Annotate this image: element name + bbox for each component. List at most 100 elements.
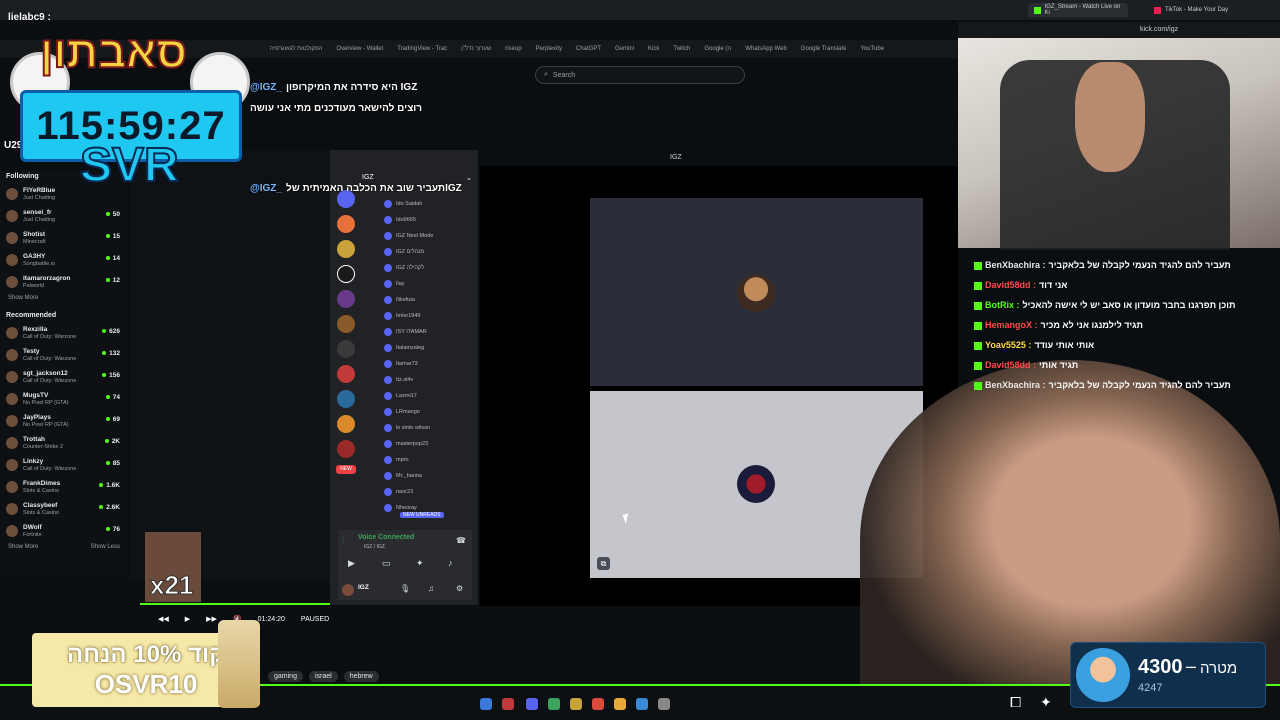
chat-username[interactable]: BenXbachira : (985, 260, 1046, 270)
popout-icon[interactable]: ⧉ (597, 557, 610, 570)
channel-item[interactable]: Rexzilla Call of Duty: Warzone 626 (0, 322, 128, 344)
participant-tile[interactable] (590, 198, 923, 386)
disconnect-icon[interactable]: ☎ (456, 536, 466, 545)
server-icon[interactable] (337, 265, 355, 283)
chat-username[interactable]: BotRix : (985, 300, 1020, 310)
server-icon[interactable] (337, 315, 355, 333)
stream-tag[interactable]: hebrew (343, 671, 379, 682)
member-item[interactable]: LRmango (384, 404, 474, 420)
rewind-icon[interactable]: ◀◀ (158, 615, 169, 623)
folder-icon[interactable] (614, 698, 626, 710)
chat-username[interactable]: David58dd : (985, 280, 1036, 290)
user-avatar[interactable] (342, 584, 354, 596)
channel-item[interactable]: Trottah Counter-Strike 2 2K (0, 432, 128, 454)
bookmark-item[interactable]: Google (ה (704, 46, 731, 52)
gear-icon[interactable]: ⚙ (456, 584, 463, 593)
stream-tag[interactable]: israel (308, 671, 338, 682)
member-item[interactable]: Imler1949 (384, 308, 474, 324)
chat-username[interactable]: Yoav5525 : (985, 340, 1031, 350)
bookmark-item[interactable]: TradingView - Trac (397, 46, 447, 52)
chat-username[interactable]: HemangoX : (985, 320, 1038, 330)
server-icon[interactable] (337, 190, 355, 208)
chat-username[interactable]: BenXbachira : (985, 380, 1046, 390)
server-icon[interactable] (337, 340, 355, 358)
channel-item[interactable]: itamarorzagron Palworld 12 (0, 271, 128, 293)
member-item[interactable]: Ido9665 (384, 212, 474, 228)
bookmark-item[interactable]: Overview - Wallet (336, 46, 383, 52)
bookmark-item[interactable]: WhatsApp Web (745, 46, 787, 52)
search-input[interactable]: ⌕ Search (535, 66, 745, 84)
voice-channel-path[interactable]: IGZ / IGZ (364, 544, 385, 550)
screen-share-icon[interactable]: ▭ (382, 558, 391, 569)
bookmark-item[interactable]: Twitch (673, 46, 690, 52)
app-icon[interactable] (570, 698, 582, 710)
bookmark-item[interactable]: הפקולטות לגאוגרפיה (270, 46, 322, 52)
member-item[interactable]: IGZ לקהילה (384, 260, 474, 276)
chrome-icon[interactable] (592, 698, 604, 710)
member-item[interactable]: lo sinto wilson (384, 420, 474, 436)
channel-item[interactable]: Testy Call of Duty: Warzone 132 (0, 344, 128, 366)
channel-item[interactable]: GA3HY Songbattle.io 14 (0, 249, 128, 271)
soundboard-icon[interactable]: ♪ (448, 558, 453, 568)
channel-item[interactable]: MugsTV No Pixel RP (GTA) 74 (0, 388, 128, 410)
bookmark-item[interactable]: שערוך נדל"ן (461, 46, 491, 52)
bookmark-item[interactable]: Gemini (615, 46, 634, 52)
crop-icon[interactable]: ⧠ (1010, 694, 1021, 711)
play-icon[interactable]: ▶ (185, 615, 190, 623)
tab-tiktok[interactable]: TikTok - Make Your Day (1148, 3, 1244, 17)
app-icon[interactable] (658, 698, 670, 710)
member-item[interactable]: Ilikefuta (384, 292, 474, 308)
bookmark-item[interactable]: Google Translate (801, 46, 847, 52)
tab-igz-stream[interactable]: IGZ_Stream - Watch Live on Ki (1028, 3, 1128, 17)
show-more-link[interactable]: Show More (8, 295, 38, 301)
microphone-icon[interactable]: 🎙 (400, 584, 410, 593)
member-item[interactable]: Mr._banna (384, 468, 474, 484)
server-icon[interactable] (337, 390, 355, 408)
server-icon[interactable] (337, 290, 355, 308)
headphones-icon[interactable]: ♫ (428, 584, 434, 593)
discord-icon[interactable] (526, 698, 538, 710)
member-item[interactable]: Lazmi17 (384, 388, 474, 404)
address-bar[interactable]: kick.com/igz (1140, 26, 1178, 33)
playback-progress[interactable] (140, 603, 330, 605)
member-item[interactable]: Itz.st4v (384, 372, 474, 388)
app-icon[interactable] (502, 698, 514, 710)
member-item[interactable]: mpro (384, 452, 474, 468)
member-item[interactable]: masterpop23 (384, 436, 474, 452)
sparkle-icon[interactable]: ✦ (1040, 694, 1052, 711)
forward-icon[interactable]: ▶▶ (206, 615, 217, 623)
member-item[interactable]: IGZ מנהלים (384, 244, 474, 260)
server-icon[interactable] (337, 415, 355, 433)
bookmark-item[interactable]: riseup (505, 46, 521, 52)
member-item[interactable]: Ilay (384, 276, 474, 292)
channel-item[interactable]: FrankDimes Slots & Casino 1.6K (0, 476, 128, 498)
bookmark-item[interactable]: YouTube (860, 46, 884, 52)
show-more-link[interactable]: Show More (8, 544, 38, 550)
channel-item[interactable]: DWolf Fortnite 76 (0, 520, 128, 542)
channel-item[interactable]: sgt_jackson12 Call of Duty: Warzone 156 (0, 366, 128, 388)
channel-item[interactable]: JayPlays No Pixel RP (GTA) 69 (0, 410, 128, 432)
stream-tag[interactable]: gaming (268, 671, 303, 682)
bookmark-item[interactable]: ChatGPT (576, 46, 601, 52)
chat-username[interactable]: David58dd : (985, 360, 1036, 370)
discord-server-header[interactable]: IGZ ⌄ (362, 174, 472, 186)
app-icon[interactable] (480, 698, 492, 710)
member-item[interactable]: naor23 (384, 484, 474, 500)
member-item[interactable]: Itamar73 (384, 356, 474, 372)
member-item[interactable]: Ido Saidah (384, 196, 474, 212)
activities-icon[interactable]: ✦ (416, 558, 424, 569)
server-icon[interactable] (337, 240, 355, 258)
member-item[interactable]: ISY ITAMAR (384, 324, 474, 340)
server-icon[interactable] (337, 215, 355, 233)
channel-item[interactable]: Classybeef Slots & Casino 2.6K (0, 498, 128, 520)
server-icon[interactable] (337, 365, 355, 383)
channel-item[interactable]: Linkzy Call of Duty: Warzone 85 (0, 454, 128, 476)
show-less-link[interactable]: Show Less (91, 544, 120, 550)
bookmark-item[interactable]: Perplexity (536, 46, 562, 52)
member-item[interactable]: Italamzaleg (384, 340, 474, 356)
app-icon[interactable] (548, 698, 560, 710)
server-icon[interactable] (337, 440, 355, 458)
video-icon[interactable]: ▶ (348, 558, 355, 569)
member-item[interactable]: IGZ Next Mode (384, 228, 474, 244)
channel-item[interactable]: sensei_fr Just Chatting 50 (0, 205, 128, 227)
